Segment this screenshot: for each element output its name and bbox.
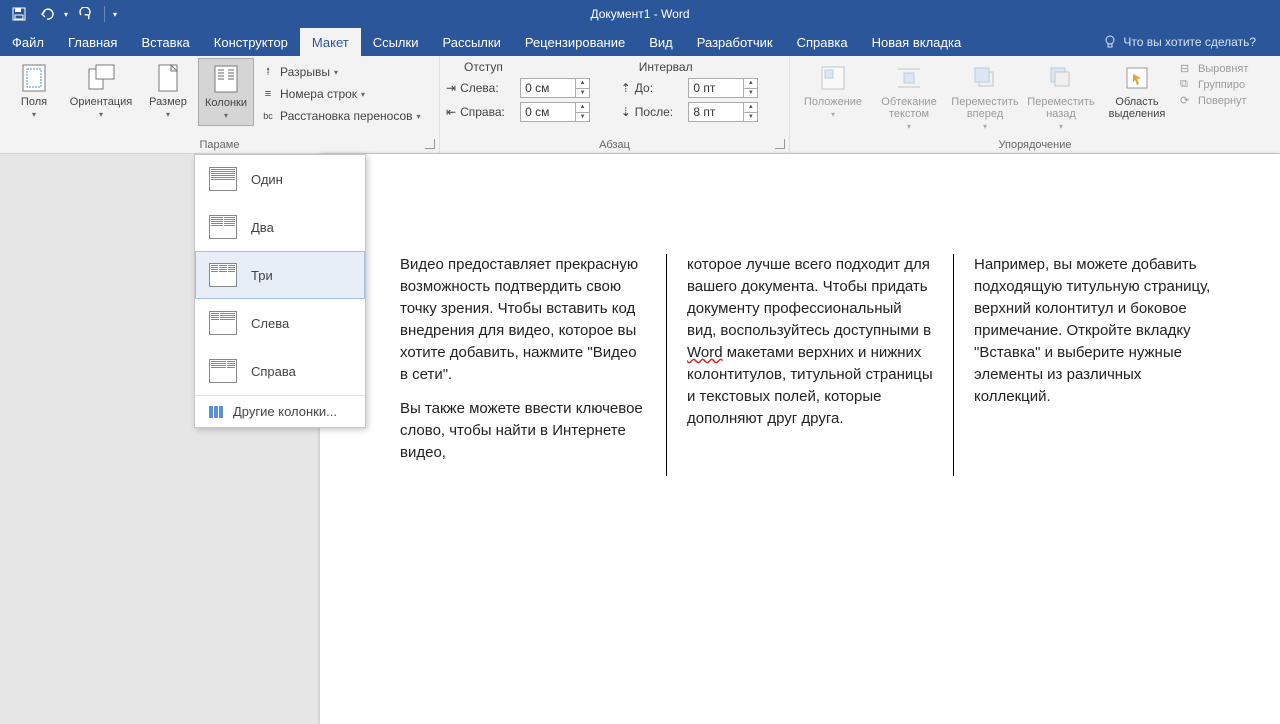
undo-button[interactable]: [36, 3, 58, 25]
tab-developer[interactable]: Разработчик: [685, 28, 785, 56]
send-backward-button[interactable]: Переместить назад▾: [1024, 58, 1098, 131]
size-icon: [152, 62, 184, 94]
tell-me-label: Что вы хотите сделать?: [1123, 35, 1256, 49]
tab-design[interactable]: Конструктор: [202, 28, 300, 56]
rotate-icon: ⟳: [1180, 94, 1194, 108]
group-page-setup: Поля ▾ Ориентация ▾ Размер ▾ Колонки ▾ ⭫…: [0, 56, 440, 153]
hyphenation-icon: bc: [260, 108, 276, 124]
position-button[interactable]: Положение▾: [796, 58, 870, 131]
bring-forward-icon: [969, 62, 1001, 94]
tab-help[interactable]: Справка: [785, 28, 860, 56]
breaks-button[interactable]: ⭫Разрывы ▾: [256, 62, 425, 82]
group-label-arrange: Упорядочение: [790, 139, 1280, 151]
breaks-icon: ⭫: [260, 64, 276, 80]
group-arrange: Положение▾ Обтекание текстом▾ Переместит…: [790, 56, 1280, 153]
bring-forward-button[interactable]: Переместить вперед▾: [948, 58, 1022, 131]
lightbulb-icon: [1103, 35, 1117, 49]
columns-option-right[interactable]: Справа: [195, 347, 365, 395]
columns-two-icon: [209, 215, 237, 239]
columns-option-three[interactable]: Три: [195, 251, 365, 299]
tab-home[interactable]: Главная: [56, 28, 129, 56]
wrap-text-icon: [893, 62, 925, 94]
group-paragraph: Отступ Интервал ⇥Слева: 0 см▲▼ ⇡До: 0 пт…: [440, 56, 790, 153]
margins-icon: [18, 62, 50, 94]
group-label-paragraph: Абзац: [440, 139, 789, 151]
columns-option-two[interactable]: Два: [195, 203, 365, 251]
spacing-before-label: ⇡До:: [621, 81, 683, 95]
size-button[interactable]: Размер ▾: [140, 58, 196, 126]
indent-right-icon: ⇤: [446, 105, 456, 119]
indent-right-label: ⇤Справа:: [446, 105, 514, 119]
text-column-3: Например, вы можете добавить подходящую …: [953, 254, 1240, 476]
columns-right-icon: [209, 359, 237, 383]
columns-icon: [210, 63, 242, 95]
columns-three-icon: [209, 263, 237, 287]
position-icon: [817, 62, 849, 94]
line-numbers-icon: ≡: [260, 86, 276, 102]
indent-header: Отступ: [446, 60, 615, 74]
group-objects-button[interactable]: ⧉Группиро: [1180, 78, 1248, 92]
page[interactable]: Видео предоставляет прекрасную возможнос…: [320, 154, 1280, 724]
more-columns-icon: [209, 406, 223, 418]
spacing-after-label: ⇣После:: [621, 105, 683, 119]
indent-left-icon: ⇥: [446, 81, 456, 95]
group-label-page-setup: Параме: [0, 139, 439, 151]
ribbon: Поля ▾ Ориентация ▾ Размер ▾ Колонки ▾ ⭫…: [0, 56, 1280, 154]
spacing-after-input[interactable]: 8 пт▲▼: [688, 102, 758, 122]
margins-button[interactable]: Поля ▾: [6, 58, 62, 126]
indent-right-input[interactable]: 0 см▲▼: [520, 102, 590, 122]
tab-mailings[interactable]: Рассылки: [430, 28, 512, 56]
columns-left-icon: [209, 311, 237, 335]
quick-access-toolbar: ▾ ▾: [0, 3, 117, 25]
group-icon: ⧉: [1180, 78, 1194, 92]
wrap-text-button[interactable]: Обтекание текстом▾: [872, 58, 946, 131]
hyphenation-button[interactable]: bcРасстановка переносов ▾: [256, 106, 425, 126]
document-title: Документ1 - Word: [590, 7, 689, 21]
spacing-after-icon: ⇣: [621, 105, 631, 119]
tell-me-search[interactable]: Что вы хотите сделать?: [1103, 28, 1280, 56]
spacing-header: Интервал: [621, 60, 783, 74]
title-bar: ▾ ▾ Документ1 - Word: [0, 0, 1280, 28]
tab-view[interactable]: Вид: [637, 28, 685, 56]
redo-button[interactable]: [74, 3, 96, 25]
line-numbers-button[interactable]: ≡Номера строк ▾: [256, 84, 425, 104]
tab-review[interactable]: Рецензирование: [513, 28, 637, 56]
tab-layout[interactable]: Макет: [300, 28, 361, 56]
tab-insert[interactable]: Вставка: [129, 28, 201, 56]
columns-one-icon: [209, 167, 237, 191]
page-setup-dialog-launcher[interactable]: [425, 139, 435, 149]
columns-dropdown: Один Два Три Слева Справа Другие колонки…: [194, 154, 366, 428]
align-icon: ⊟: [1180, 62, 1194, 76]
spacing-before-input[interactable]: 0 пт▲▼: [688, 78, 758, 98]
indent-left-input[interactable]: 0 см▲▼: [520, 78, 590, 98]
document-area: Видео предоставляет прекрасную возможнос…: [0, 154, 1280, 724]
save-button[interactable]: [8, 3, 30, 25]
indent-left-label: ⇥Слева:: [446, 81, 514, 95]
tab-references[interactable]: Ссылки: [361, 28, 431, 56]
selection-pane-icon: [1121, 62, 1153, 94]
selection-pane-button[interactable]: Область выделения: [1100, 58, 1174, 131]
ribbon-tabs: Файл Главная Вставка Конструктор Макет С…: [0, 28, 1280, 56]
rotate-button[interactable]: ⟳Повернут: [1180, 94, 1248, 108]
paragraph-dialog-launcher[interactable]: [775, 139, 785, 149]
columns-option-one[interactable]: Один: [195, 155, 365, 203]
spacing-before-icon: ⇡: [621, 81, 631, 95]
orientation-button[interactable]: Ориентация ▾: [64, 58, 138, 126]
tab-new[interactable]: Новая вкладка: [860, 28, 974, 56]
columns-button[interactable]: Колонки ▾: [198, 58, 254, 126]
orientation-icon: [85, 62, 117, 94]
send-backward-icon: [1045, 62, 1077, 94]
columns-option-left[interactable]: Слева: [195, 299, 365, 347]
align-button[interactable]: ⊟Выровнят: [1180, 62, 1248, 76]
text-column-1: Видео предоставляет прекрасную возможнос…: [380, 254, 666, 476]
columns-option-more[interactable]: Другие колонки...: [195, 396, 365, 427]
tab-file[interactable]: Файл: [0, 28, 56, 56]
text-column-2: которое лучше всего подходит для вашего …: [666, 254, 953, 476]
